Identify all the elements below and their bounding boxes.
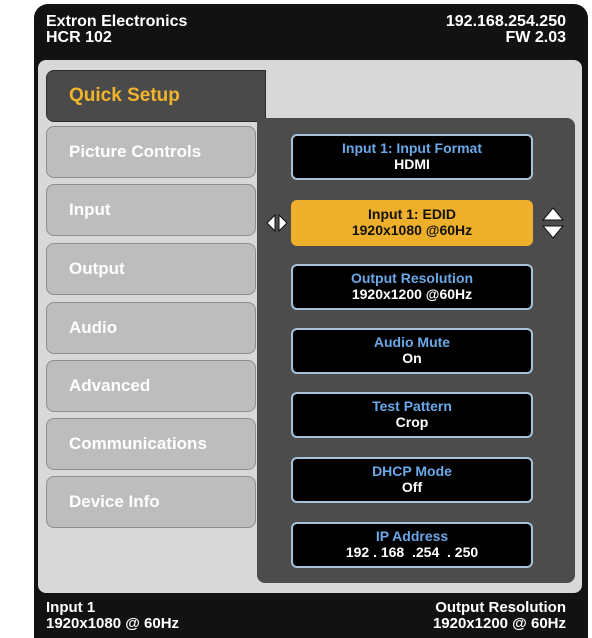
setting-value: On <box>402 350 422 366</box>
output-status-value: 1920x1200 @ 60Hz <box>432 615 566 632</box>
output-status: Output Resolution 1920x1200 @ 60Hz <box>433 600 566 632</box>
tab-communications[interactable]: Communications <box>46 418 256 470</box>
tab-label: Device Info <box>69 492 160 511</box>
tab-label: Picture Controls <box>69 142 202 161</box>
setting-value: 192 . 168 .254 . 250 <box>345 544 479 560</box>
brand-name: Extron Electronics <box>46 13 188 30</box>
device-header-left: Extron Electronics HCR 102 <box>46 14 187 46</box>
setting-test-pattern[interactable]: Test Pattern Crop <box>291 392 533 438</box>
left-right-arrows-icon[interactable] <box>265 212 289 234</box>
setting-label: Input 1: EDID <box>368 206 456 222</box>
input-status: Input 1 1920x1080 @ 60Hz <box>46 600 179 632</box>
setting-value: Off <box>401 479 423 495</box>
setting-label: Test Pattern <box>372 398 452 414</box>
setting-value: 1920x1080 @60Hz <box>351 222 473 238</box>
setting-label: Input 1: Input Format <box>342 140 482 156</box>
tab-label: Output <box>69 259 125 278</box>
setting-output-resolution[interactable]: Output Resolution 1920x1200 @60Hz <box>291 264 533 310</box>
tab-label: Audio <box>69 318 118 337</box>
input-status-label: Input 1 <box>46 599 96 616</box>
tab-input[interactable]: Input <box>46 184 256 236</box>
setting-label: IP Address <box>375 528 449 544</box>
setting-label: DHCP Mode <box>372 463 452 479</box>
ip-address-display: 192.168.254.250 <box>445 13 566 30</box>
model-name: HCR 102 <box>46 29 112 46</box>
setting-value: Crop <box>395 414 429 430</box>
tab-audio[interactable]: Audio <box>46 302 256 354</box>
device-header-right: 192.168.254.250 FW 2.03 <box>446 14 566 46</box>
menu-panel: Quick Setup Picture Controls Input Outpu… <box>38 60 582 593</box>
input-status-value: 1920x1080 @ 60Hz <box>46 615 180 632</box>
tab-advanced[interactable]: Advanced <box>46 360 256 412</box>
tab-quick-setup[interactable]: Quick Setup <box>46 70 266 122</box>
firmware-version: FW 2.03 <box>505 29 566 46</box>
setting-audio-mute[interactable]: Audio Mute On <box>291 328 533 374</box>
up-down-arrows-icon[interactable] <box>541 206 565 240</box>
setting-label: Audio Mute <box>373 334 451 350</box>
tab-label: Input <box>69 200 111 219</box>
tab-label: Communications <box>69 434 207 453</box>
output-status-label: Output Resolution <box>435 599 566 616</box>
device-frame: Extron Electronics HCR 102 192.168.254.2… <box>34 4 588 638</box>
quick-setup-content: Input 1: Input Format HDMI Input 1: EDID… <box>257 118 575 583</box>
tab-picture-controls[interactable]: Picture Controls <box>46 126 256 178</box>
setting-input-format[interactable]: Input 1: Input Format HDMI <box>291 134 533 180</box>
setting-ip-address[interactable]: IP Address 192 . 168 .254 . 250 <box>291 522 533 568</box>
tab-label: Quick Setup <box>69 85 180 106</box>
tab-output[interactable]: Output <box>46 243 256 295</box>
tab-label: Advanced <box>69 376 151 395</box>
setting-value: HDMI <box>394 156 430 172</box>
setting-dhcp-mode[interactable]: DHCP Mode Off <box>291 457 533 503</box>
setting-value: 1920x1200 @60Hz <box>351 286 473 302</box>
tab-device-info[interactable]: Device Info <box>46 476 256 528</box>
setting-edid[interactable]: Input 1: EDID 1920x1080 @60Hz <box>266 200 565 246</box>
setting-label: Output Resolution <box>350 270 474 286</box>
